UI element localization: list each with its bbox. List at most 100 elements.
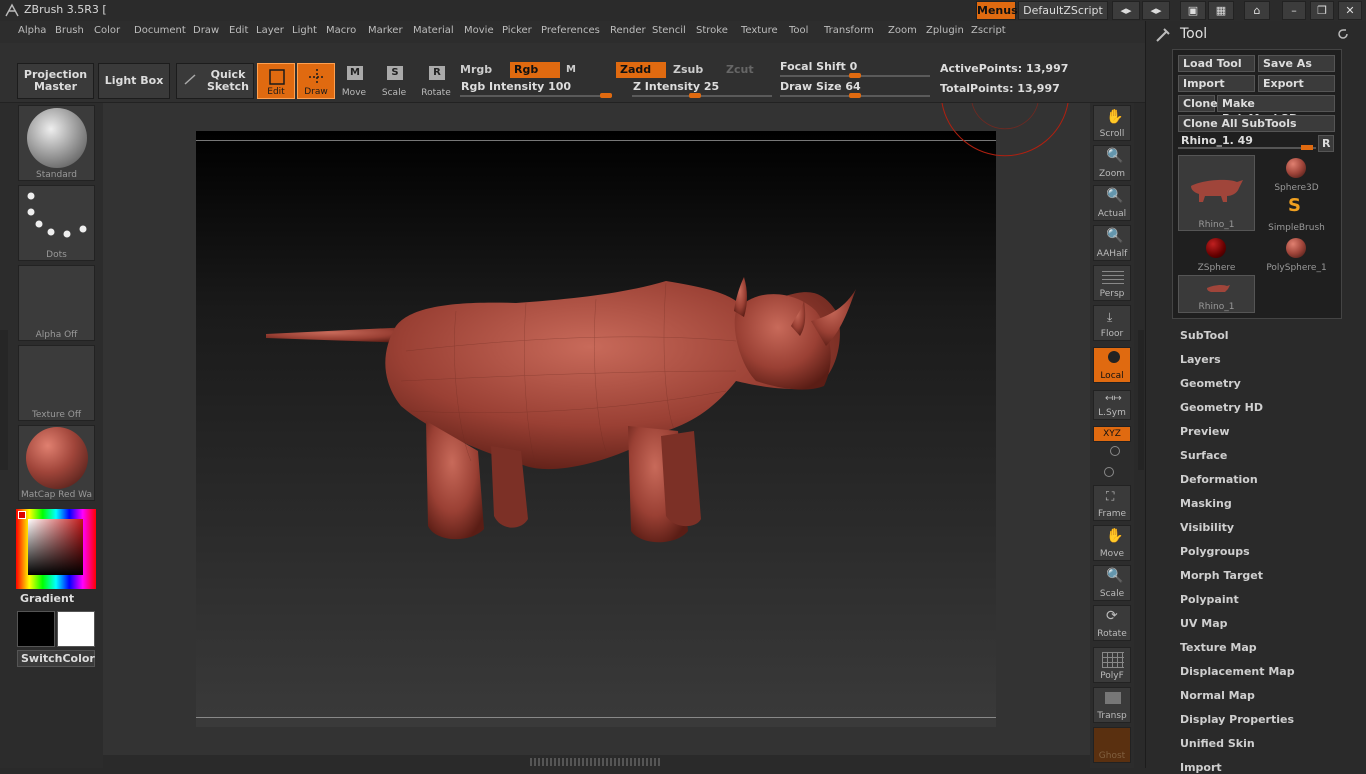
hide-right-tray-icon[interactable]: ◂▸: [1142, 1, 1170, 20]
move-button[interactable]: M Move: [335, 63, 373, 99]
menu-zscript[interactable]: Zscript: [971, 25, 1006, 36]
tool-size-thumb[interactable]: [1301, 145, 1313, 150]
layout-alt-icon[interactable]: ▦: [1208, 1, 1234, 20]
menu-movie[interactable]: Movie: [464, 25, 494, 36]
section-visibility[interactable]: Visibility: [1180, 521, 1234, 534]
restore-icon[interactable]: ❐: [1310, 1, 1334, 20]
section-geometry[interactable]: Geometry: [1180, 377, 1241, 390]
section-deformation[interactable]: Deformation: [1180, 473, 1258, 486]
switch-color-button[interactable]: SwitchColor: [17, 650, 95, 667]
menu-color[interactable]: Color: [94, 25, 120, 36]
actual-button[interactable]: 🔍 Actual: [1093, 185, 1131, 221]
mrgb-toggle[interactable]: Mrgb: [456, 62, 506, 78]
light-box-button[interactable]: Light Box: [98, 63, 170, 99]
section-unified-skin[interactable]: Unified Skin: [1180, 737, 1255, 750]
rotate-view-button[interactable]: ⟳ Rotate: [1093, 605, 1131, 641]
move-view-button[interactable]: ✋ Move: [1093, 525, 1131, 561]
section-subtool[interactable]: SubTool: [1180, 329, 1229, 342]
export-button[interactable]: Export: [1258, 75, 1335, 92]
lock-icon[interactable]: ⌂: [1244, 1, 1270, 20]
stroke-picker[interactable]: Dots: [18, 185, 95, 261]
rotate-y-icon[interactable]: [1110, 446, 1120, 456]
section-layers[interactable]: Layers: [1180, 353, 1221, 366]
layout-icon[interactable]: ▣: [1180, 1, 1206, 20]
tool-size-slider[interactable]: [1178, 147, 1316, 149]
rgb-intensity-thumb[interactable]: [600, 93, 612, 98]
tool-thumb-sphere3d[interactable]: Sphere3D: [1258, 155, 1335, 193]
rhino-model[interactable]: [196, 131, 996, 727]
zoom-button[interactable]: 🔍 Zoom: [1093, 145, 1131, 181]
load-tool-button[interactable]: Load Tool: [1178, 55, 1255, 72]
menu-stencil[interactable]: Stencil: [652, 25, 686, 36]
section-texture-map[interactable]: Texture Map: [1180, 641, 1257, 654]
menu-zplugin[interactable]: Zplugin: [926, 25, 964, 36]
menu-texture[interactable]: Texture: [741, 25, 778, 36]
local-button[interactable]: Local: [1093, 347, 1131, 383]
rotate-z-icon[interactable]: [1104, 467, 1114, 477]
edit-button[interactable]: Edit: [257, 63, 295, 99]
rgb-intensity-slider[interactable]: [460, 95, 612, 97]
section-displacement-map[interactable]: Displacement Map: [1180, 665, 1295, 678]
scroll-button[interactable]: ✋ Scroll: [1093, 105, 1131, 141]
texture-picker[interactable]: Texture Off: [18, 345, 95, 421]
rotate-button[interactable]: R Rotate: [417, 63, 455, 99]
section-normal-map[interactable]: Normal Map: [1180, 689, 1255, 702]
scale-button[interactable]: S Scale: [375, 63, 413, 99]
color-picker-square[interactable]: [28, 519, 83, 575]
section-geometry-hd[interactable]: Geometry HD: [1180, 401, 1263, 414]
secondary-color-swatch[interactable]: [17, 611, 55, 647]
menu-macro[interactable]: Macro: [326, 25, 356, 36]
section-uv-map[interactable]: UV Map: [1180, 617, 1228, 630]
color-picker[interactable]: [16, 509, 96, 589]
save-as-button[interactable]: Save As: [1258, 55, 1335, 72]
m-toggle[interactable]: M: [562, 62, 612, 78]
tool-thumb-zsphere[interactable]: ZSphere: [1178, 235, 1255, 273]
section-surface[interactable]: Surface: [1180, 449, 1227, 462]
menu-tool[interactable]: Tool: [789, 25, 808, 36]
section-display-properties[interactable]: Display Properties: [1180, 713, 1294, 726]
tool-thumb-simplebrush[interactable]: S SimpleBrush: [1258, 195, 1335, 233]
z-intensity-thumb[interactable]: [689, 93, 701, 98]
clone-all-subtools-button[interactable]: Clone All SubTools: [1178, 115, 1335, 132]
ghost-button[interactable]: Ghost: [1093, 727, 1131, 763]
menu-layer[interactable]: Layer: [256, 25, 284, 36]
menu-draw[interactable]: Draw: [193, 25, 219, 36]
minimize-icon[interactable]: –: [1282, 1, 1306, 20]
aahalf-button[interactable]: 🔍 AAHalf: [1093, 225, 1131, 261]
polyf-button[interactable]: PolyF: [1093, 647, 1131, 683]
right-tray-divider[interactable]: [1138, 330, 1144, 470]
draw-button[interactable]: Draw: [297, 63, 335, 99]
tool-thumb-rhino-small[interactable]: Rhino_1: [1178, 275, 1255, 313]
transp-button[interactable]: Transp: [1093, 687, 1131, 723]
document-canvas[interactable]: [196, 131, 996, 727]
zsub-toggle[interactable]: Zsub: [669, 62, 719, 78]
tool-thumb-polysphere[interactable]: PolySphere_1: [1258, 235, 1335, 273]
zcut-toggle[interactable]: Zcut: [722, 62, 772, 78]
menu-picker[interactable]: Picker: [502, 25, 532, 36]
left-tray-divider[interactable]: [0, 330, 8, 470]
section-morph-target[interactable]: Morph Target: [1180, 569, 1263, 582]
frame-button[interactable]: ⛶ Frame: [1093, 485, 1131, 521]
menu-alpha[interactable]: Alpha: [18, 25, 46, 36]
menu-transform[interactable]: Transform: [824, 25, 874, 36]
scale-view-button[interactable]: 🔍 Scale: [1093, 565, 1131, 601]
menu-marker[interactable]: Marker: [368, 25, 403, 36]
reset-r-button[interactable]: R: [1318, 135, 1334, 152]
rgb-toggle[interactable]: Rgb: [510, 62, 560, 78]
section-masking[interactable]: Masking: [1180, 497, 1232, 510]
lsym-button[interactable]: ↤↦ L.Sym: [1093, 390, 1131, 420]
menus-button[interactable]: Menus: [976, 1, 1018, 20]
main-color-swatch[interactable]: [57, 611, 95, 647]
draw-size-thumb[interactable]: [849, 93, 861, 98]
menu-render[interactable]: Render: [610, 25, 646, 36]
menu-preferences[interactable]: Preferences: [541, 25, 600, 36]
xyz-button[interactable]: XYZ: [1093, 426, 1131, 442]
hide-left-tray-icon[interactable]: ◂▸: [1112, 1, 1140, 20]
bottom-tray-handle[interactable]: [530, 758, 660, 766]
default-zscript-button[interactable]: DefaultZScript: [1018, 1, 1108, 20]
section-preview[interactable]: Preview: [1180, 425, 1230, 438]
alpha-picker[interactable]: Alpha Off: [18, 265, 95, 341]
z-intensity-slider[interactable]: [632, 95, 772, 97]
focal-shift-thumb[interactable]: [849, 73, 861, 78]
section-polypaint[interactable]: Polypaint: [1180, 593, 1239, 606]
